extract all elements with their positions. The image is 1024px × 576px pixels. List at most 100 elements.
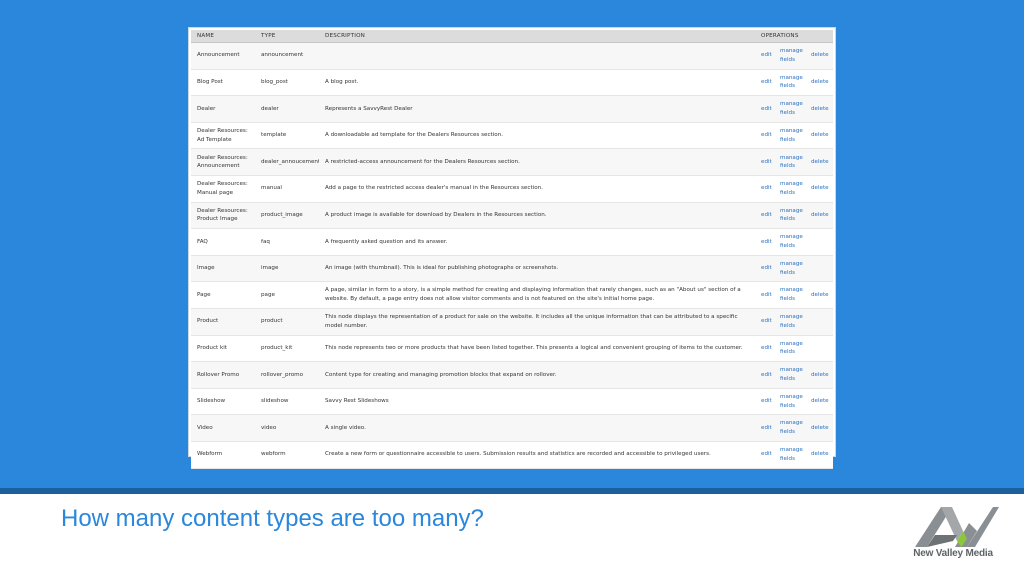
edit-link[interactable]: edit bbox=[761, 212, 772, 218]
row-description: Add a page to the restricted access deal… bbox=[319, 175, 755, 203]
delete-link[interactable]: delete bbox=[811, 185, 829, 191]
column-header-name[interactable]: NAME bbox=[191, 30, 255, 43]
edit-link[interactable]: edit bbox=[761, 318, 772, 324]
delete-link[interactable]: delete bbox=[811, 425, 829, 431]
manage-fields-link[interactable]: manage fields bbox=[780, 234, 803, 249]
logo-text: New Valley Media bbox=[913, 548, 993, 559]
manage-fields-link[interactable]: manage fields bbox=[780, 75, 803, 90]
row-name: FAQ bbox=[191, 228, 255, 256]
manage-fields-link[interactable]: manage fields bbox=[780, 420, 803, 435]
row-name: Page bbox=[191, 281, 255, 309]
table-row: Webform webform Create a new form or quest… bbox=[191, 441, 834, 469]
edit-link[interactable]: edit bbox=[761, 79, 772, 85]
new-valley-media-logo: New Valley Media bbox=[905, 503, 1001, 565]
table-row: Product product This node displays the rep… bbox=[191, 308, 834, 336]
table-row: Dealer dealer Represents a SavvyRest Deale… bbox=[191, 95, 834, 123]
table-row: Dealer Resources: Product Image product_i… bbox=[191, 202, 834, 230]
delete-link[interactable]: delete bbox=[811, 159, 829, 165]
row-type: dealer_annoucement bbox=[255, 148, 319, 176]
delete-link[interactable]: delete bbox=[811, 132, 829, 138]
row-type: video bbox=[255, 414, 319, 442]
delete-link[interactable]: delete bbox=[811, 292, 829, 298]
table-row: Page page A page, similar in form to a sto… bbox=[191, 281, 834, 309]
manage-fields-link[interactable]: manage fields bbox=[780, 394, 803, 409]
row-name: Video bbox=[191, 414, 255, 442]
edit-link[interactable]: edit bbox=[761, 132, 772, 138]
row-description: A single video. bbox=[319, 414, 755, 442]
table-row: Dealer Resources: Announcement dealer_ann… bbox=[191, 148, 834, 176]
edit-link[interactable]: edit bbox=[761, 265, 772, 271]
row-type: rollover_promo bbox=[255, 361, 319, 389]
table-row: Dealer Resources: Manual page manual Add a… bbox=[191, 175, 834, 203]
table-row: Product kit product_kit This node represen… bbox=[191, 335, 834, 363]
edit-link[interactable]: edit bbox=[761, 292, 772, 298]
row-name: Blog Post bbox=[191, 69, 255, 97]
column-header-type[interactable]: TYPE bbox=[255, 30, 319, 43]
row-name: Dealer Resources: Manual page bbox=[191, 175, 255, 203]
manage-fields-link[interactable]: manage fields bbox=[780, 287, 803, 302]
manage-fields-link[interactable]: manage fields bbox=[780, 181, 803, 196]
band-divider bbox=[0, 488, 1024, 494]
row-type: dealer bbox=[255, 95, 319, 123]
column-header-description[interactable]: DESCRIPTION bbox=[319, 30, 755, 43]
manage-fields-link[interactable]: manage fields bbox=[780, 447, 803, 462]
edit-link[interactable]: edit bbox=[761, 372, 772, 378]
table-header-row: NAME TYPE DESCRIPTION OPERATIONS bbox=[191, 30, 834, 43]
row-description: Represents a SavvyRest Dealer bbox=[319, 95, 755, 123]
row-type: product bbox=[255, 308, 319, 336]
edit-link[interactable]: edit bbox=[761, 425, 772, 431]
table-row: Announcement announcement edit manage field… bbox=[191, 42, 834, 70]
manage-fields-link[interactable]: manage fields bbox=[780, 314, 803, 329]
row-type: webform bbox=[255, 441, 319, 469]
row-name: Slideshow bbox=[191, 388, 255, 416]
edit-link[interactable]: edit bbox=[761, 345, 772, 351]
manage-fields-link[interactable]: manage fields bbox=[780, 367, 803, 382]
row-name: Image bbox=[191, 255, 255, 283]
edit-link[interactable]: edit bbox=[761, 185, 772, 191]
slide-caption: How many content types are too many? bbox=[61, 505, 484, 532]
delete-link[interactable]: delete bbox=[811, 79, 829, 85]
delete-link[interactable]: delete bbox=[811, 106, 829, 112]
row-type: slideshow bbox=[255, 388, 319, 416]
table-row: Image image An image (with thumbnail). Thi… bbox=[191, 255, 834, 283]
delete-link[interactable]: delete bbox=[811, 52, 829, 58]
row-name: Rollover Promo bbox=[191, 361, 255, 389]
manage-fields-link[interactable]: manage fields bbox=[780, 155, 803, 170]
table-row: Blog Post blog_post A blog post. edit manage… bbox=[191, 69, 834, 97]
row-description: A product image is available for downloa… bbox=[319, 202, 755, 230]
manage-fields-link[interactable]: manage fields bbox=[780, 261, 803, 276]
edit-link[interactable]: edit bbox=[761, 239, 772, 245]
delete-link[interactable]: delete bbox=[811, 398, 829, 404]
manage-fields-link[interactable]: manage fields bbox=[780, 128, 803, 143]
delete-link[interactable]: delete bbox=[811, 451, 829, 457]
row-type: product_image bbox=[255, 202, 319, 230]
content-types-screenshot: NAME TYPE DESCRIPTION OPERATIONS Announc… bbox=[188, 27, 836, 469]
row-description: A blog post. bbox=[319, 69, 755, 97]
row-type: blog_post bbox=[255, 69, 319, 97]
row-description: A page, similar in form to a story, is a… bbox=[319, 281, 755, 309]
edit-link[interactable]: edit bbox=[761, 451, 772, 457]
delete-link[interactable]: delete bbox=[811, 372, 829, 378]
table-row: Rollover Promo rollover_promo Content type… bbox=[191, 361, 834, 389]
edit-link[interactable]: edit bbox=[761, 159, 772, 165]
table-row: FAQ faq A frequently asked question and it… bbox=[191, 228, 834, 256]
edit-link[interactable]: edit bbox=[761, 106, 772, 112]
row-name: Product kit bbox=[191, 335, 255, 363]
row-name: Dealer Resources: Ad Template bbox=[191, 122, 255, 150]
manage-fields-link[interactable]: manage fields bbox=[780, 341, 803, 356]
row-name: Announcement bbox=[191, 42, 255, 70]
row-type: announcement bbox=[255, 42, 319, 70]
row-description bbox=[319, 42, 755, 70]
manage-fields-link[interactable]: manage fields bbox=[780, 48, 803, 63]
table-row: Dealer Resources: Ad Template template A d… bbox=[191, 122, 834, 150]
table-row: Video video A single video. edit manage fiel… bbox=[191, 414, 834, 442]
edit-link[interactable]: edit bbox=[761, 398, 772, 404]
manage-fields-link[interactable]: manage fields bbox=[780, 208, 803, 223]
row-type: product_kit bbox=[255, 335, 319, 363]
edit-link[interactable]: edit bbox=[761, 52, 772, 58]
row-type: image bbox=[255, 255, 319, 283]
delete-link[interactable]: delete bbox=[811, 212, 829, 218]
row-description: Content type for creating and managing p… bbox=[319, 361, 755, 389]
row-description: Create a new form or questionnaire acces… bbox=[319, 441, 755, 469]
manage-fields-link[interactable]: manage fields bbox=[780, 101, 803, 116]
